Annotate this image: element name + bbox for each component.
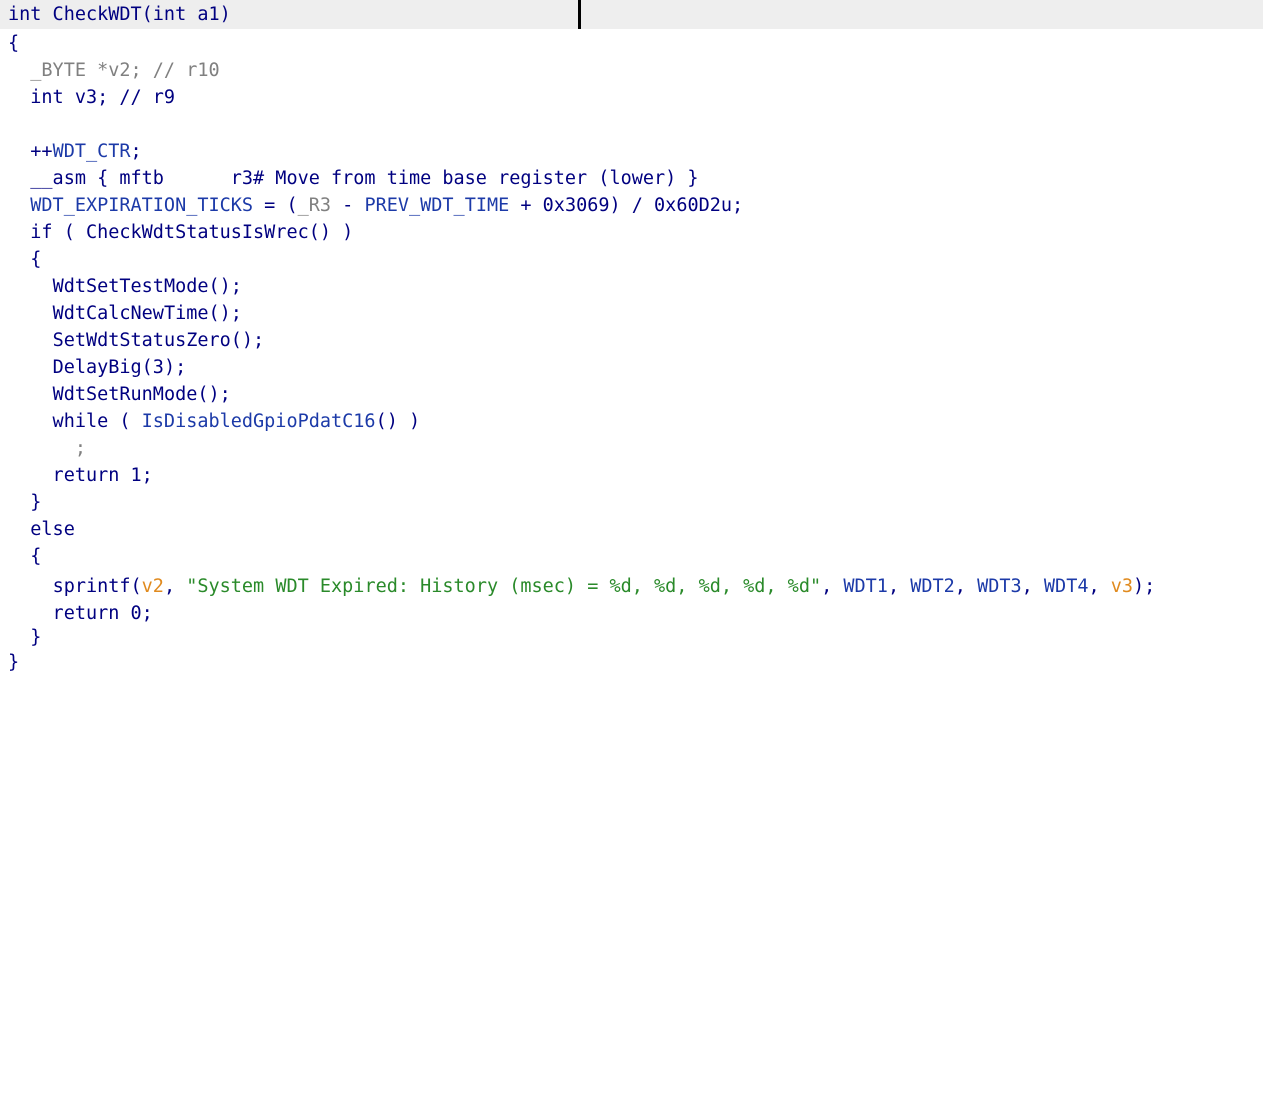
code-line-7[interactable]: __asm { mftb r3# Move from time base reg… [8,166,699,191]
code-line-23[interactable]: return 0; [8,601,153,626]
function-call[interactable]: WdtSetRunMode [53,384,198,405]
code-line-1[interactable]: int CheckWDT(int a1) [8,2,231,27]
asm-statement: __asm { mftb r3# Move from time base reg… [8,168,699,189]
code-line-10[interactable]: { [8,247,41,272]
local-var-decl: int v3; // r9 [8,87,176,108]
code-line-2[interactable]: { [8,31,19,56]
empty-statement: ; [8,438,86,459]
global-var[interactable]: WDT2 [910,576,955,597]
register-var[interactable]: _R3 [298,195,331,216]
global-var[interactable]: PREV_WDT_TIME [364,195,509,216]
global-var[interactable]: WDT_CTR [53,141,131,162]
code-editor[interactable]: int CheckWDT(int a1) { _BYTE *v2; // r10… [0,0,1263,679]
code-line-25[interactable]: } [8,650,19,675]
function-call[interactable]: CheckWdtStatusIsWrec [86,222,309,243]
function-call[interactable]: DelayBig [53,357,142,378]
function-signature: int CheckWDT(int a1) [8,4,231,25]
local-var-decl: _BYTE *v2; // r10 [30,60,220,81]
code-line-24[interactable]: } [8,625,41,650]
code-line-17[interactable]: ; [8,436,86,461]
code-line-15[interactable]: WdtSetRunMode(); [8,382,231,407]
code-line-4[interactable]: int v3; // r9 [8,85,175,110]
function-call[interactable]: WdtSetTestMode [53,276,209,297]
code-line-19[interactable]: } [8,490,41,515]
global-var[interactable]: WDT1 [843,576,888,597]
string-literal: "System WDT Expired: History (msec) = %d… [186,576,822,597]
brace: { [8,33,20,54]
code-line-3[interactable]: _BYTE *v2; // r10 [8,58,220,83]
code-line-11[interactable]: WdtSetTestMode(); [8,274,242,299]
code-line-14[interactable]: DelayBig(3); [8,355,187,380]
function-call[interactable]: IsDisabledGpioPdatC16 [142,411,376,432]
function-call[interactable]: WdtCalcNewTime [53,303,209,324]
code-line-8[interactable]: WDT_EXPIRATION_TICKS = (_R3 - PREV_WDT_T… [8,193,743,218]
function-call[interactable]: sprintf [53,576,131,597]
code-line-12[interactable]: WdtCalcNewTime(); [8,301,242,326]
local-var[interactable]: v2 [142,576,164,597]
code-line-18[interactable]: return 1; [8,463,153,488]
function-call[interactable]: SetWdtStatusZero [53,330,231,351]
code-line-21[interactable]: { [8,544,41,569]
code-line-20[interactable]: else [8,517,75,542]
code-line-16[interactable]: while ( IsDisabledGpioPdatC16() ) [8,409,421,434]
text-caret [578,0,581,29]
code-line-9[interactable]: if ( CheckWdtStatusIsWrec() ) [8,220,353,245]
code-line-6[interactable]: ++WDT_CTR; [8,139,141,164]
global-var[interactable]: WDT4 [1044,576,1089,597]
global-var[interactable]: WDT_EXPIRATION_TICKS [30,195,253,216]
code-line-13[interactable]: SetWdtStatusZero(); [8,328,265,353]
code-line-22[interactable]: sprintf(v2, "System WDT Expired: History… [8,574,1156,599]
local-var[interactable]: v3 [1111,576,1133,597]
global-var[interactable]: WDT3 [977,576,1022,597]
